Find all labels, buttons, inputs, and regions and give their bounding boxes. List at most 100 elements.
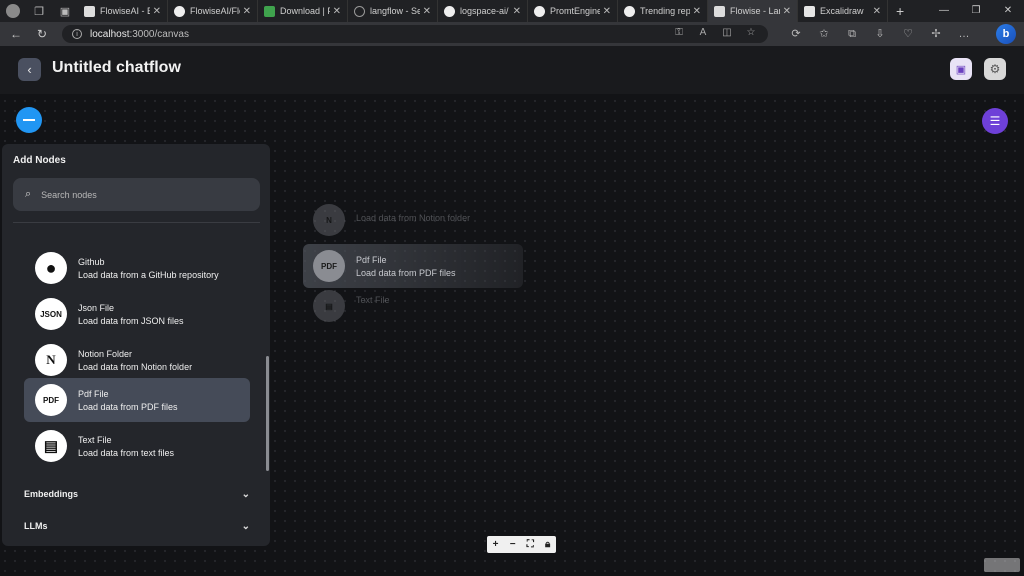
category-label: Embeddings — [24, 489, 79, 499]
save-chatflow-button[interactable]: ▣ — [950, 58, 972, 80]
json-icon: JSON — [35, 298, 67, 330]
panel-title: Add Nodes — [13, 155, 66, 166]
tab-title: PromtEngine — [550, 6, 600, 16]
tab-title: FlowiseAI/Flo — [190, 6, 240, 16]
attribution-box — [984, 558, 1020, 572]
chat-icon: ☰ — [989, 114, 1001, 128]
profile-avatar[interactable] — [6, 4, 20, 18]
favorite-star-icon[interactable]: ☆ — [744, 27, 758, 41]
new-tab-button[interactable]: + — [896, 3, 904, 19]
downloads-icon[interactable]: ⇩ — [872, 26, 888, 42]
search-icon: ⌕ — [25, 188, 32, 200]
workspaces-icon[interactable]: ❐ — [32, 4, 46, 18]
close-tab-icon[interactable]: ✕ — [153, 6, 161, 17]
browser-tab[interactable]: langflow - Se ✕ — [348, 0, 438, 22]
github-icon: ● — [35, 252, 67, 284]
browser-tab[interactable]: Trending rep ✕ — [618, 0, 708, 22]
url-bar[interactable]: i localhost:3000/canvas — [62, 25, 768, 43]
github-icon — [174, 5, 185, 17]
close-window-button[interactable]: ✕ — [992, 0, 1024, 22]
browser-tab[interactable]: logspace-ai/ ✕ — [438, 0, 528, 22]
category-llms[interactable]: LLMs ⌄ — [24, 516, 250, 536]
notion-icon: N — [313, 204, 345, 236]
node-item-pdf-file[interactable]: PDF Pdf File Load data from PDF files — [24, 378, 250, 422]
zoom-in-button[interactable]: + — [493, 536, 499, 553]
github-icon — [444, 5, 455, 17]
toggle-add-nodes-button[interactable] — [16, 107, 42, 133]
node-name: Pdf File — [78, 388, 109, 399]
extensions-puzzle-icon[interactable]: ✢ — [928, 26, 944, 42]
browser-tab-bar: ❐ ▣ FlowiseAI - E ✕ FlowiseAI/Flo ✕ Download… — [0, 0, 1024, 22]
ghost-row: PDF Pdf File Load data from PDF files — [303, 244, 523, 288]
node-description: Load data from JSON files — [78, 315, 184, 326]
node-item-github[interactable]: ● Github Load data from a GitHub repositor… — [24, 246, 250, 290]
lock-button[interactable]: 🔒︎ — [545, 536, 550, 553]
chevron-down-icon: ⌄ — [241, 488, 250, 500]
category-embeddings[interactable]: Embeddings ⌄ — [24, 484, 250, 504]
search-field[interactable]: ⌕ — [13, 178, 260, 211]
node-item-text-file[interactable]: ▤ Text File Load data from text files — [24, 424, 250, 468]
add-nodes-panel: Add Nodes ⌕ ● Github Load data from a GitH… — [2, 144, 270, 546]
browser-tab[interactable]: Download | F ✕ — [258, 0, 348, 22]
bing-copilot-icon[interactable]: b — [996, 24, 1016, 44]
node-description: Load data from Notion folder — [78, 361, 193, 372]
close-tab-icon[interactable]: ✕ — [603, 6, 611, 17]
maximize-button[interactable]: ❐ — [960, 0, 992, 22]
back-button[interactable]: ‹ — [18, 58, 41, 81]
ghost-node-name: Text File — [356, 294, 390, 305]
tab-title: langflow - Se — [370, 6, 420, 16]
node-item-json-file[interactable]: JSON Json File Load data from JSON files — [24, 292, 250, 336]
favorites-icon[interactable]: ✩ — [816, 26, 832, 42]
browser-tab[interactable]: FlowiseAI - E ✕ — [78, 0, 168, 22]
close-tab-icon[interactable]: ✕ — [693, 6, 701, 17]
window-controls: — ❐ ✕ — [928, 0, 1024, 22]
close-tab-icon[interactable]: ✕ — [333, 6, 341, 17]
refresh-icon[interactable]: ↻ — [32, 27, 52, 41]
url-path: :3000/canvas — [129, 28, 189, 40]
node-description: Load data from PDF files — [78, 401, 178, 412]
flowise-canvas[interactable]: ‹ Untitled chatflow ▣ ⚙ ☰ N Load data fr… — [0, 46, 1024, 576]
app-header: ‹ Untitled chatflow ▣ ⚙ — [0, 46, 1024, 94]
close-tab-icon[interactable]: ✕ — [243, 6, 251, 17]
site-info-icon[interactable]: i — [72, 29, 82, 39]
chat-button[interactable]: ☰ — [982, 108, 1008, 134]
zoom-out-button[interactable]: − — [510, 536, 516, 553]
tab-actions-icon[interactable]: ▣ — [58, 4, 72, 18]
close-tab-icon[interactable]: ✕ — [783, 6, 791, 17]
minus-icon — [23, 119, 35, 121]
node-description: Load data from text files — [78, 447, 175, 458]
fit-view-button[interactable]: ⛶ — [527, 536, 534, 553]
node-name: Json File — [78, 302, 115, 313]
gear-icon: ⚙ — [989, 62, 1001, 76]
back-arrow-icon[interactable]: ← — [6, 27, 26, 41]
tab-title: Excalidraw — [820, 6, 864, 16]
tab-title: logspace-ai/ — [460, 6, 509, 16]
close-tab-icon[interactable]: ✕ — [423, 6, 431, 17]
settings-button[interactable]: ⚙ — [984, 58, 1006, 80]
node-name: Github — [78, 256, 105, 267]
node-item-notion-folder[interactable]: N Notion Folder Load data from Notion fold… — [24, 338, 250, 382]
url-host: localhost — [90, 28, 130, 40]
more-menu-icon[interactable]: … — [956, 26, 972, 42]
collections-icon[interactable]: ⧉ — [844, 26, 860, 42]
browser-tab[interactable]: PromtEngine ✕ — [528, 0, 618, 22]
read-aloud-icon[interactable]: A — [696, 27, 710, 41]
browser-tab[interactable]: Excalidraw ✕ — [798, 0, 888, 22]
browser-tab[interactable]: FlowiseAI/Flo ✕ — [168, 0, 258, 22]
scrollbar-thumb[interactable] — [266, 356, 269, 471]
key-icon[interactable]: ⚿ — [672, 27, 686, 41]
close-tab-icon[interactable]: ✕ — [513, 6, 521, 17]
clipboard-icon: ▤ — [35, 430, 67, 462]
pdf-icon: PDF — [313, 250, 345, 282]
search-input[interactable] — [41, 189, 242, 200]
close-tab-icon[interactable]: ✕ — [873, 6, 881, 17]
ghost-node-name: Pdf File — [356, 254, 387, 265]
health-icon[interactable]: ♡ — [900, 26, 916, 42]
minimize-button[interactable]: — — [928, 0, 960, 22]
extension-icon[interactable]: ⟳ — [788, 26, 804, 42]
split-screen-icon[interactable]: ◫ — [720, 27, 734, 41]
excalidraw-icon — [804, 5, 815, 17]
doc-icon — [84, 5, 95, 17]
browser-tab[interactable]: Flowise - Lan ✕ — [708, 0, 798, 22]
github-icon — [534, 5, 545, 17]
